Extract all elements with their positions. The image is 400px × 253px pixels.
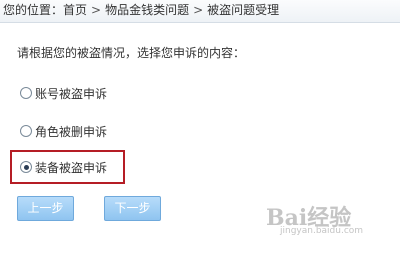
breadcrumb-link-item-money[interactable]: 物品金钱类问题 xyxy=(105,3,189,17)
watermark-logo-text: Bai经验 xyxy=(266,205,352,231)
option-character-deleted[interactable]: 角色被删申诉 xyxy=(20,122,107,140)
baidu-jingyan-watermark: Bai经验 jingyan.baidu.com xyxy=(258,196,398,248)
breadcrumb-bar: 您的位置：首页 > 物品金钱类问题 > 被盗问题受理 xyxy=(0,0,400,23)
prev-step-button[interactable]: 上一步 xyxy=(17,196,74,221)
breadcrumb-link-home[interactable]: 首页 xyxy=(63,3,87,17)
instruction-text: 请根据您的被盗情况，选择您申诉的内容： xyxy=(17,46,246,60)
option-equipment-stolen[interactable]: 装备被盗申诉 xyxy=(20,158,107,176)
breadcrumb-prefix: 您的位置： xyxy=(3,3,64,17)
option-label: 装备被盗申诉 xyxy=(35,160,108,175)
watermark-url: jingyan.baidu.com xyxy=(280,226,364,236)
radio-unchecked[interactable] xyxy=(20,125,32,137)
next-step-button[interactable]: 下一步 xyxy=(104,196,161,221)
breadcrumb-separator: > xyxy=(193,3,204,17)
breadcrumb-current: 被盗问题受理 xyxy=(207,3,280,17)
breadcrumb: 您的位置：首页 > 物品金钱类问题 > 被盗问题受理 xyxy=(3,0,279,20)
option-label: 账号被盗申诉 xyxy=(35,86,108,101)
option-label: 角色被删申诉 xyxy=(35,124,108,139)
breadcrumb-separator: > xyxy=(91,3,102,17)
radio-unchecked[interactable] xyxy=(20,87,32,99)
radio-checked[interactable] xyxy=(20,161,32,173)
option-account-stolen[interactable]: 账号被盗申诉 xyxy=(20,84,107,102)
